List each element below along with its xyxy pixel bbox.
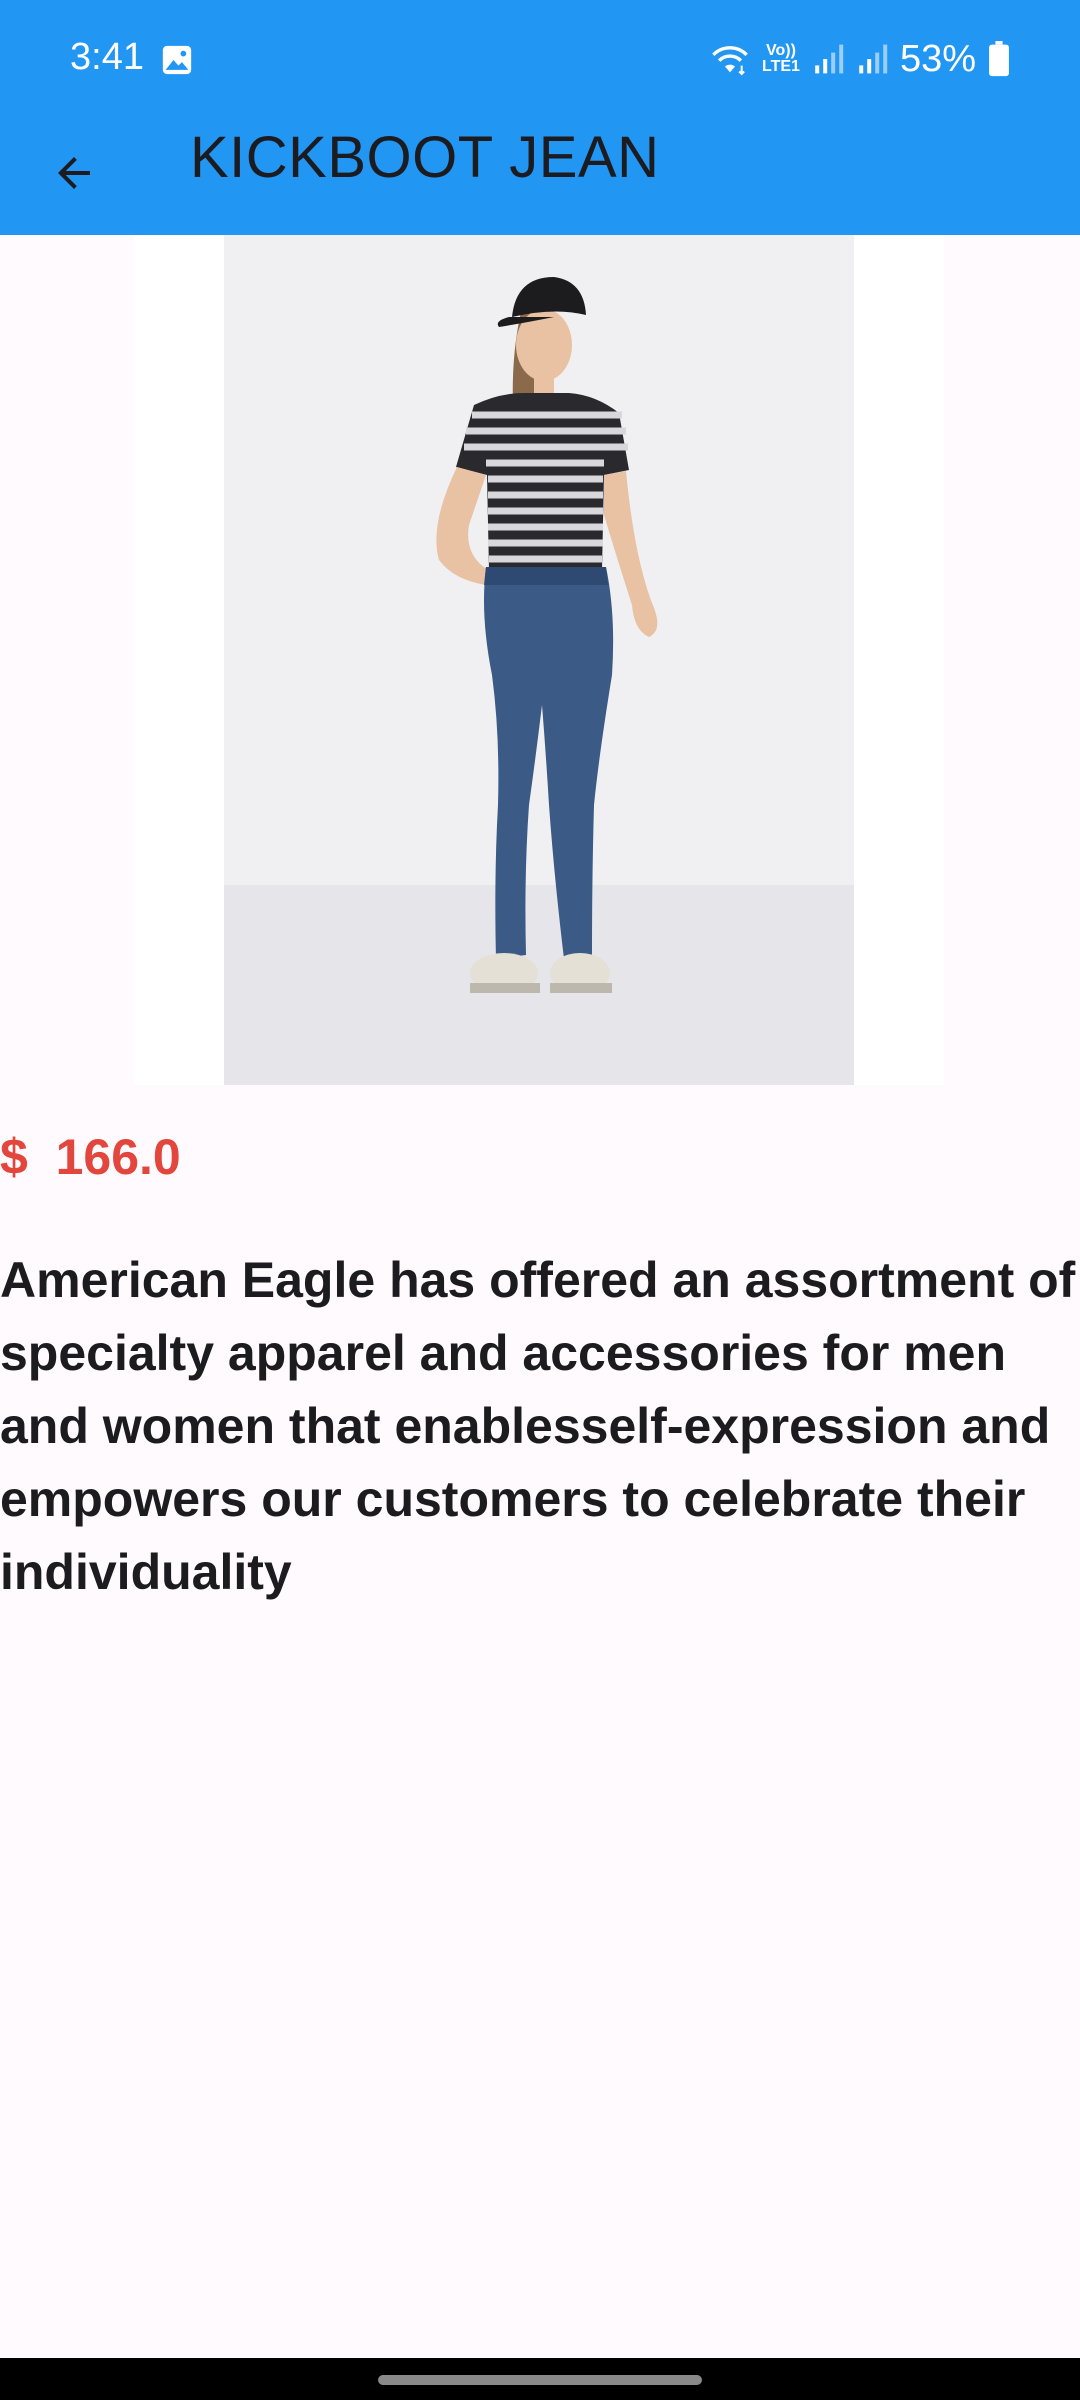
page-title: KICKBOOT JEAN xyxy=(190,125,660,190)
status-icons: Vo)) LTE1 53% xyxy=(710,34,1010,84)
app-bar: 3:41 Vo)) LTE1 53% KICKBOOT JEAN xyxy=(0,0,1080,235)
status-bar: 3:41 Vo)) LTE1 53% xyxy=(0,0,1080,120)
battery-percentage: 53% xyxy=(899,37,976,80)
back-button[interactable] xyxy=(36,135,112,211)
battery-icon xyxy=(989,41,1009,77)
status-time: 3:41 xyxy=(70,36,144,78)
signal-icon xyxy=(815,44,844,74)
toolbar: KICKBOOT JEAN xyxy=(0,120,1080,235)
product-price: $ 166.0 xyxy=(0,1129,181,1185)
volte-label: Vo)) xyxy=(766,42,796,59)
product-image xyxy=(224,235,854,1085)
signal-icon xyxy=(859,44,888,74)
product-detail-screen: 3:41 Vo)) LTE1 53% KICKBOOT JEAN $ 166.0… xyxy=(0,0,1080,2400)
lte-label: LTE1 xyxy=(762,58,800,75)
gallery-icon xyxy=(162,45,192,75)
wifi-icon xyxy=(712,46,748,76)
product-description: American Eagle has offered an assortment… xyxy=(0,1252,1076,1600)
arrow-back-icon xyxy=(58,157,90,189)
system-navigation-bar xyxy=(0,2358,1080,2400)
home-gesture-handle[interactable] xyxy=(378,2375,702,2385)
product-image-frame xyxy=(134,235,944,1085)
volte-icon: Vo)) LTE1 xyxy=(762,43,800,75)
